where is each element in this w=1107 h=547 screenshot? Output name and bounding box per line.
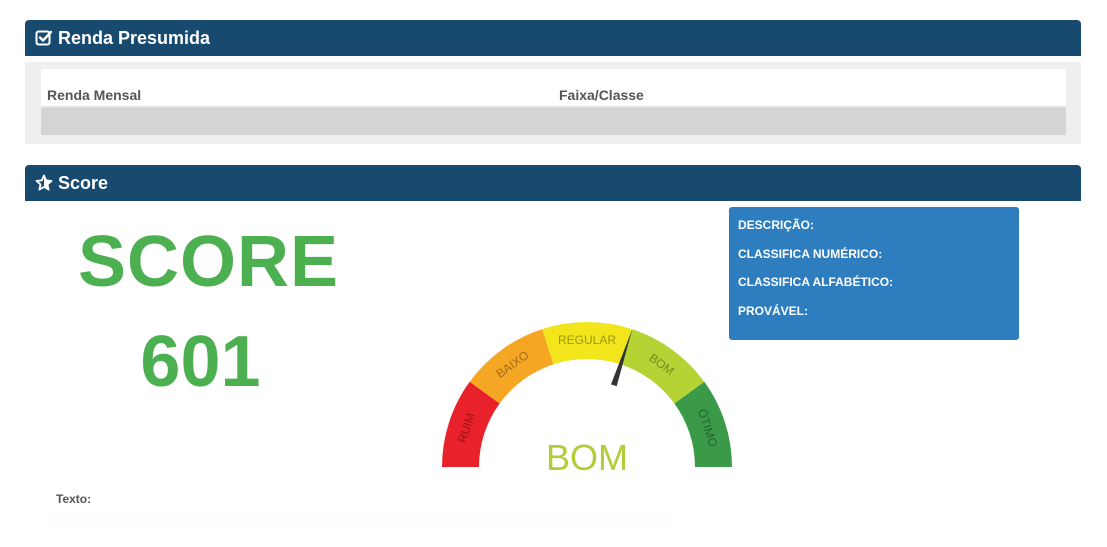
texto-value (48, 510, 668, 528)
classifica-numerico-label: CLASSIFICA NUMÉRICO: (738, 247, 883, 261)
renda-presumida-header: Renda Presumida (25, 20, 1081, 56)
column-header-faixa-classe: Faixa/Classe (559, 87, 644, 103)
gauge-label-2: REGULAR (558, 333, 616, 347)
descricao-label: DESCRIÇÃO: (738, 218, 815, 232)
texto-label: Texto: (56, 492, 92, 506)
score-gauge: RUIMBAIXOREGULARBOMÓTIMOBOM (442, 322, 732, 478)
score-value: 601 (140, 322, 261, 402)
classifica-alfabetico-label: CLASSIFICA ALFABÉTICO: (738, 275, 894, 289)
renda-table: Renda Mensal Faixa/Classe (41, 69, 1066, 135)
renda-presumida-body: Renda Mensal Faixa/Classe (25, 62, 1081, 144)
provavel-label: PROVÁVEL: (738, 304, 809, 318)
column-header-renda-mensal: Renda Mensal (47, 87, 142, 103)
star-icon (35, 174, 53, 192)
gauge-current-label: BOM (546, 437, 628, 478)
score-info-box: DESCRIÇÃO: CLASSIFICA NUMÉRICO: CLASSIFI… (729, 207, 1019, 340)
check-square-icon (35, 29, 53, 47)
score-header: Score (25, 165, 1081, 201)
score-headline: SCORE (78, 222, 340, 302)
table-row (41, 106, 1066, 135)
renda-presumida-title: Renda Presumida (58, 27, 211, 48)
score-title: Score (58, 172, 109, 193)
